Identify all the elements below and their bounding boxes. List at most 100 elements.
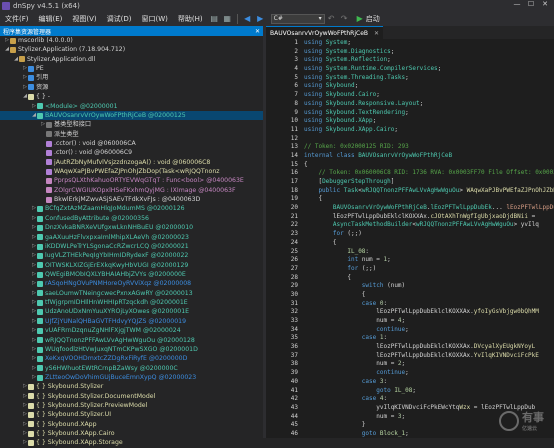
- forward-icon[interactable]: ▶: [255, 13, 266, 24]
- tree-node[interactable]: ▷ UdzAnoUDxNmYuuXYROjLyXOwes @0200001E: [0, 307, 263, 316]
- code-line[interactable]: using Skybound.Responsive.Layout;: [304, 100, 554, 109]
- tree-node[interactable]: ▷ rASqoHNgOVuPNMHoreOyRVViXqz @02000008: [0, 279, 263, 288]
- menu-help[interactable]: 帮助(H): [173, 14, 208, 24]
- tree-node[interactable]: ▷ mscorlib (4.0.0.0): [0, 36, 263, 45]
- tree-node[interactable]: ▷ 资源: [0, 83, 263, 92]
- code-line[interactable]: IL_08:: [304, 248, 554, 257]
- code-line[interactable]: BAUVOsanrvVrOywWoFPthRjCeB.lEozPFTwlLppD…: [304, 204, 554, 213]
- tree-node[interactable]: PprpsQLXthKahuoORTYEVWqGTqT : Func<bool>…: [0, 176, 263, 185]
- tab-decompiled-class[interactable]: BAUVOsanrvVrOywWoFPthRjCeB ✕: [266, 26, 384, 39]
- code-line[interactable]: case 1:: [304, 334, 554, 343]
- tree-node[interactable]: ◢ Stylizer.Application (7.18.904.712): [0, 45, 263, 54]
- code-line[interactable]: using Skybound.XApp.Cairo;: [304, 126, 554, 135]
- menu-edit[interactable]: 编辑(E): [34, 14, 68, 24]
- tree-node[interactable]: ▷ OITWSKLXIZGjErEXkqKwyHbVUGI @02000129: [0, 261, 263, 270]
- tree-node[interactable]: ▷ UJfZjYUNalQHBaGVTFHdvyYQJZS @02000019: [0, 317, 263, 326]
- tree-node[interactable]: ▷ iKDDWLPeTrYLSgonaCcRZwcrLCQ @02000021: [0, 242, 263, 251]
- code-line[interactable]: case 3:: [304, 378, 554, 387]
- tree-node[interactable]: ▷{ } Skybound.XApp: [0, 420, 263, 429]
- code-line[interactable]: using System.Runtime.CompilerServices;: [304, 65, 554, 74]
- code-line[interactable]: {: [304, 239, 554, 248]
- maximize-button[interactable]: ☐: [524, 0, 538, 8]
- code-line[interactable]: using Skybound;: [304, 82, 554, 91]
- tree-node[interactable]: ▷{ } Skybound.Stylizer.DocumentModel: [0, 392, 263, 401]
- code-line[interactable]: num = 4;: [304, 317, 554, 326]
- code-line[interactable]: for (;;): [304, 265, 554, 274]
- tree-node[interactable]: ▷ 引用: [0, 73, 263, 82]
- code-line[interactable]: using System.Reflection;: [304, 56, 554, 65]
- menu-debug[interactable]: 调试(D): [102, 14, 137, 24]
- code-line[interactable]: {: [304, 274, 554, 283]
- close-button[interactable]: ✕: [538, 0, 552, 8]
- tree-node[interactable]: ▷ <Module> @02000001: [0, 102, 263, 111]
- code-line[interactable]: {: [304, 291, 554, 300]
- code-line[interactable]: num = 2;: [304, 360, 554, 369]
- tree-node[interactable]: ▷ wRJQQTnonzPFFAwLVvAgHwWguOu @02000128: [0, 336, 263, 345]
- tree-node[interactable]: ▷ PE: [0, 64, 263, 73]
- tree-node[interactable]: ▷ WUqfoodlzHtVwJuxqNTmCKPwSXGO @0200001D: [0, 345, 263, 354]
- code-line[interactable]: int num = 1;: [304, 256, 554, 265]
- tree-node[interactable]: ▷ saeLOumwTNeingcwecPxnxAGwRY @02000013: [0, 289, 263, 298]
- open-folder-icon[interactable]: ▤: [209, 13, 220, 24]
- tree-node[interactable]: ▷ QWEgiBMObIQXLYBHAIAHbjZVYs @0200000E: [0, 270, 263, 279]
- undo-icon[interactable]: ↶: [326, 13, 337, 24]
- code-line[interactable]: AsyncTaskMethodBuilder<wRJQQTnonzPFFAwLV…: [304, 221, 554, 230]
- tree-node[interactable]: ◢{ } -: [0, 92, 263, 101]
- start-debug-button[interactable]: ▶ 启动: [357, 14, 380, 24]
- save-icon[interactable]: ▦: [222, 13, 233, 24]
- source-code[interactable]: using System; using System.Diagnostics; us…: [304, 39, 554, 438]
- tree-node[interactable]: ▷{ } Skybound.Stylizer.PreviewModel: [0, 401, 263, 410]
- code-line[interactable]: lEozPFTwlLppDubEklclKOXXAx.YvIlqKIVNDvci…: [304, 352, 554, 361]
- tree-node[interactable]: ◢ BAUVOsanrvVrOywWoFPthRjCeB @02000125: [0, 110, 263, 121]
- tree-node[interactable]: ▷ ConfusedByAttribute @02000356: [0, 214, 263, 223]
- close-tab-icon[interactable]: ✕: [374, 30, 379, 37]
- tree-node[interactable]: ▷ DnzXvkaBNRXeVUfgxwLknNHBuEU @02000010: [0, 223, 263, 232]
- tree-node[interactable]: ▷ ZLtteoOwDoVhimGUjBuceEmnXypQ @02000023: [0, 373, 263, 382]
- tree-node[interactable]: ▷ XeKxqVOOHDmxtcZZDgRxFiRyfE @0200000D: [0, 354, 263, 363]
- tree-node[interactable]: ▷{ } Skybound.Stylizer: [0, 382, 263, 391]
- tree-node[interactable]: ▷{ } Skybound.Stylizer.UI: [0, 410, 263, 419]
- code-line[interactable]: switch (num): [304, 282, 554, 291]
- code-line[interactable]: continue;: [304, 326, 554, 335]
- code-line[interactable]: {: [304, 195, 554, 204]
- code-editor[interactable]: 1 2 3 4 5 6 7 8 9 10 11 12 13 14 15 16 17 18 19 20 21 22 23 24 2…: [266, 39, 554, 438]
- code-line[interactable]: using Skybound.TextRendering;: [304, 109, 554, 118]
- code-line[interactable]: {: [304, 161, 554, 170]
- code-line[interactable]: lEozPFTwlLppDubEklclKOXXAx.DVcyalXyEUgkN…: [304, 343, 554, 352]
- assembly-tree[interactable]: ▷ mscorlib (4.0.0.0) ◢ Stylizer.Application…: [0, 36, 263, 448]
- tree-node[interactable]: ▷{ } Skybound.XApp.Cairo: [0, 429, 263, 438]
- tree-node[interactable]: ▷ gaAXuuHzFlvxpxaImlMhipXLAeVh @02000023: [0, 233, 263, 242]
- code-line[interactable]: [304, 135, 554, 144]
- code-line[interactable]: // Token: 0x02000125 RID: 293: [304, 143, 554, 152]
- tree-node[interactable]: WAqwXaPJBvPWEfaZJPnOhJZbDop(Task<wRJQQTn…: [0, 167, 263, 176]
- code-line[interactable]: lEozPFTwlLppDubEklclKOXXAx.cJOtAXhTnWgfI…: [304, 213, 554, 222]
- menu-file[interactable]: 文件(F): [0, 14, 34, 24]
- language-select[interactable]: C# ▾: [270, 13, 325, 24]
- code-line[interactable]: using Skybound.Cairo;: [304, 91, 554, 100]
- tree-node[interactable]: BkwlErkjMZwvASjSAEvTFdkXvFJs : @0400063D: [0, 195, 263, 204]
- code-line[interactable]: goto IL_08;: [304, 387, 554, 396]
- code-line[interactable]: for (;;): [304, 230, 554, 239]
- back-icon[interactable]: ◀: [242, 13, 253, 24]
- code-line[interactable]: using System.Diagnostics;: [304, 48, 554, 57]
- minimize-button[interactable]: —: [510, 0, 524, 8]
- menu-window[interactable]: 窗口(W): [137, 14, 173, 24]
- redo-icon[interactable]: ↷: [339, 13, 350, 24]
- tree-node[interactable]: jAutRZbNyMufvlVsjzzdnzogaA() : void @060…: [0, 158, 263, 167]
- code-line[interactable]: [DebuggerStepThrough]: [304, 178, 554, 187]
- code-line[interactable]: using System;: [304, 39, 554, 48]
- tree-node[interactable]: ▷ BCfqZxtAzMZaamHlqJoMdumMS @02000126: [0, 204, 263, 213]
- code-line[interactable]: using Skybound.XApp;: [304, 117, 554, 126]
- close-panel-icon[interactable]: ✕: [255, 28, 260, 35]
- tree-node[interactable]: .cctor() : void @060006CA: [0, 139, 263, 148]
- code-line[interactable]: case 0:: [304, 300, 554, 309]
- tree-node[interactable]: ▷ yS6HWhuotEWtRCrnpBZaWsy @0200000C: [0, 364, 263, 373]
- tree-node[interactable]: ▷ vUAFRrnDzqnuZgNHlFXjgjTWM @02000024: [0, 326, 263, 335]
- tree-node[interactable]: ▷ tfWjgrpmIDHIlHnWHHIpRTzqckdh @0200001E: [0, 298, 263, 307]
- code-line[interactable]: internal class BAUVOsanrvVrOywWoFPthRjCe…: [304, 152, 554, 161]
- tree-node[interactable]: ▷ lugVLZTHEkPeqIgYbIHmIDRydexF @02000022: [0, 251, 263, 260]
- code-line[interactable]: case 4:: [304, 395, 554, 404]
- tree-node[interactable]: ZOlgrCWGIUKOpxlHSeFKxhmQyjMG : IXImage @…: [0, 186, 263, 195]
- code-line[interactable]: lEozPFTwlLppDubEklclKOXXAx.yfoIyGsVbjgw0…: [304, 308, 554, 317]
- code-line[interactable]: // Token: 0x060006C8 RID: 1736 RVA: 0x00…: [304, 169, 554, 178]
